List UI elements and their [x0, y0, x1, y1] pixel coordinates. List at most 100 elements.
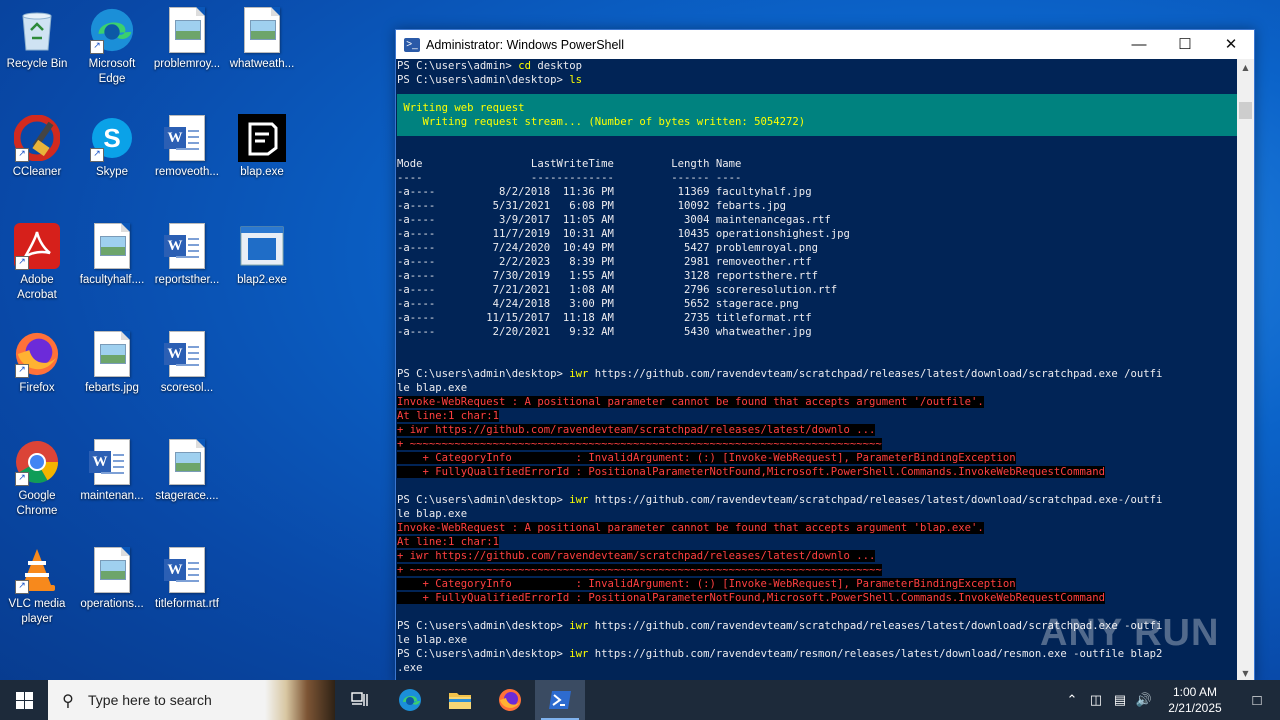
windows-logo-icon	[15, 691, 33, 709]
command-keyword: iwr	[569, 620, 589, 632]
command-wrap: le blap.exe	[397, 508, 468, 520]
desktop-icon-whatweath[interactable]: whatweath...	[225, 6, 299, 72]
search-placeholder: Type here to search	[88, 692, 212, 708]
command-line: PS C:\users\admin> cd desktop	[397, 60, 582, 72]
desktop-icon-blap2-exe[interactable]: blap2.exe	[225, 222, 299, 288]
desktop-icon-problemroy[interactable]: problemroy...	[150, 6, 224, 72]
taskbar-powershell[interactable]	[535, 680, 585, 720]
desktop-icon-febarts-jpg[interactable]: febarts.jpg	[75, 330, 149, 396]
search-icon: ⚲	[62, 690, 74, 710]
desktop-icon-skype[interactable]: S ↗ Skype	[75, 114, 149, 180]
error-text: Invoke-WebRequest : A positional paramet…	[397, 396, 984, 408]
desktop-icon-removeoth[interactable]: Wremoveoth...	[150, 114, 224, 180]
minimize-button[interactable]: —	[1116, 30, 1162, 59]
desktop-icon-label: maintenan...	[80, 490, 144, 502]
word-icon-wrap: W	[163, 330, 211, 378]
prompt: PS C:\users\admin\desktop>	[397, 648, 570, 660]
word-document-icon: W	[164, 547, 205, 593]
recycle-icon-wrap	[13, 6, 61, 54]
taskbar-file-explorer[interactable]	[435, 680, 485, 720]
prompt: PS C:\users\admin\desktop>	[397, 494, 570, 506]
desktop-icon-label: scoresol...	[160, 382, 214, 394]
image-file-icon	[94, 547, 130, 593]
error-line: + CategoryInfo : InvalidArgument: (:) [I…	[397, 577, 1237, 591]
desktop-icon-stagerace[interactable]: stagerace....	[150, 438, 224, 504]
maximize-button[interactable]: ☐	[1162, 30, 1208, 59]
word-document-icon: W	[164, 115, 205, 161]
powershell-window[interactable]: >_ Administrator: Windows PowerShell — ☐…	[395, 29, 1255, 683]
task-view-button[interactable]	[335, 680, 385, 720]
desktop-icon-label: facultyhalf....	[79, 274, 145, 286]
command-keyword: iwr	[569, 648, 589, 660]
desktop-icon-facultyhalf[interactable]: facultyhalf....	[75, 222, 149, 288]
image-icon-wrap	[163, 438, 211, 486]
desktop-icon-microsoft-edge[interactable]: ↗ Microsoft Edge	[75, 6, 149, 87]
desktop-icon-label: Recycle Bin	[6, 58, 68, 70]
image-file-icon	[169, 439, 205, 485]
vlc-icon-wrap: ↗	[13, 546, 61, 594]
image-file-icon	[244, 7, 280, 53]
skype-icon-wrap: S ↗	[88, 114, 136, 162]
command-line: PS C:\users\admin\desktop> iwr https://g…	[397, 367, 1237, 381]
ccleaner-icon-wrap: ↗	[13, 114, 61, 162]
desktop-icon-scoresol[interactable]: Wscoresol...	[150, 330, 224, 396]
listing-row: -a---- 2/2/2023 8:39 PM 2981 removeother…	[397, 256, 812, 268]
scroll-up-icon[interactable]: ▲	[1237, 59, 1254, 76]
desktop-icon-blap-exe[interactable]: blap.exe	[225, 114, 299, 180]
clock-time: 1:00 AM	[1172, 685, 1218, 699]
chevron-up-icon[interactable]: ⌃	[1060, 692, 1084, 708]
command-wrap: le blap.exe	[397, 382, 468, 394]
vertical-scrollbar[interactable]: ▲ ▼	[1237, 59, 1254, 682]
terminal-output[interactable]: PS C:\users\admin> cd desktop PS C:\users…	[396, 59, 1237, 682]
network-icon[interactable]: ▤	[1108, 692, 1132, 708]
desktop-icon-label: reportsther...	[154, 274, 220, 286]
desktop-icon-label: removeoth...	[155, 166, 219, 178]
desktop-icon-label: titleformat.rtf	[155, 598, 219, 610]
powershell-icon: >_	[404, 37, 420, 52]
window-titlebar[interactable]: >_ Administrator: Windows PowerShell — ☐…	[396, 30, 1254, 59]
desktop-icon-operations[interactable]: operations...	[75, 546, 149, 612]
desktop-icon-google-chrome[interactable]: ↗ Google Chrome	[0, 438, 74, 519]
command-keyword: iwr	[569, 494, 589, 506]
close-button[interactable]: ✕	[1208, 30, 1254, 59]
desktop-icon-label: VLC media player	[8, 598, 66, 625]
prompt: PS C:\users\admin\desktop>	[397, 368, 570, 380]
listing-row: -a---- 7/30/2019 1:55 AM 3128 reportsthe…	[397, 270, 818, 282]
image-icon-wrap	[88, 546, 136, 594]
desktop-icon-vlc-media-player[interactable]: ↗ VLC media player	[0, 546, 74, 627]
scroll-thumb[interactable]	[1239, 102, 1252, 119]
desktop-icon-ccleaner[interactable]: ↗ CCleaner	[0, 114, 74, 180]
taskbar-edge[interactable]	[385, 680, 435, 720]
desktop-icon-recycle-bin[interactable]: Recycle Bin	[0, 6, 74, 72]
desktop-icon-maintenan[interactable]: Wmaintenan...	[75, 438, 149, 504]
taskbar: ⚲ Type here to search ⌃ ◫ ▤ 🔊 1:00 AM 2/…	[0, 680, 1280, 720]
desktop-icon-reportsther[interactable]: Wreportsther...	[150, 222, 224, 288]
word-icon-wrap: W	[163, 222, 211, 270]
taskbar-firefox[interactable]	[485, 680, 535, 720]
watermark: ANY RUN	[1040, 612, 1220, 654]
image-icon-wrap	[163, 6, 211, 54]
device-icon[interactable]: ◫	[1084, 692, 1108, 708]
shortcut-arrow-icon: ↗	[15, 580, 29, 594]
command-line: PS C:\users\admin\desktop> ls	[397, 74, 582, 86]
progress-block: Writing web request Writing request stre…	[397, 94, 1237, 136]
clock[interactable]: 1:00 AM 2/21/2025	[1156, 684, 1234, 716]
firefox-icon	[499, 689, 521, 711]
desktop-icon-label: stagerace....	[155, 490, 219, 502]
powershell-icon	[549, 691, 571, 709]
command-args: https://github.com/ravendevteam/scratchp…	[588, 494, 1163, 506]
notification-icon[interactable]: □	[1234, 692, 1280, 709]
error-text: + ~~~~~~~~~~~~~~~~~~~~~~~~~~~~~~~~~~~~~~…	[397, 564, 882, 576]
taskbar-search[interactable]: ⚲ Type here to search	[48, 680, 335, 720]
start-button[interactable]	[0, 680, 48, 720]
desktop-icon-label: febarts.jpg	[85, 382, 139, 394]
desktop-icon-titleformat-rtf[interactable]: Wtitleformat.rtf	[150, 546, 224, 612]
volume-icon[interactable]: 🔊	[1132, 692, 1156, 708]
desktop-icon-firefox[interactable]: ↗ Firefox	[0, 330, 74, 396]
desktop-icon-adobe-acrobat[interactable]: ↗ Adobe Acrobat	[0, 222, 74, 303]
error-text: At line:1 char:1	[397, 536, 500, 548]
listing-row: ---- ------------- ------ ----	[397, 172, 742, 184]
